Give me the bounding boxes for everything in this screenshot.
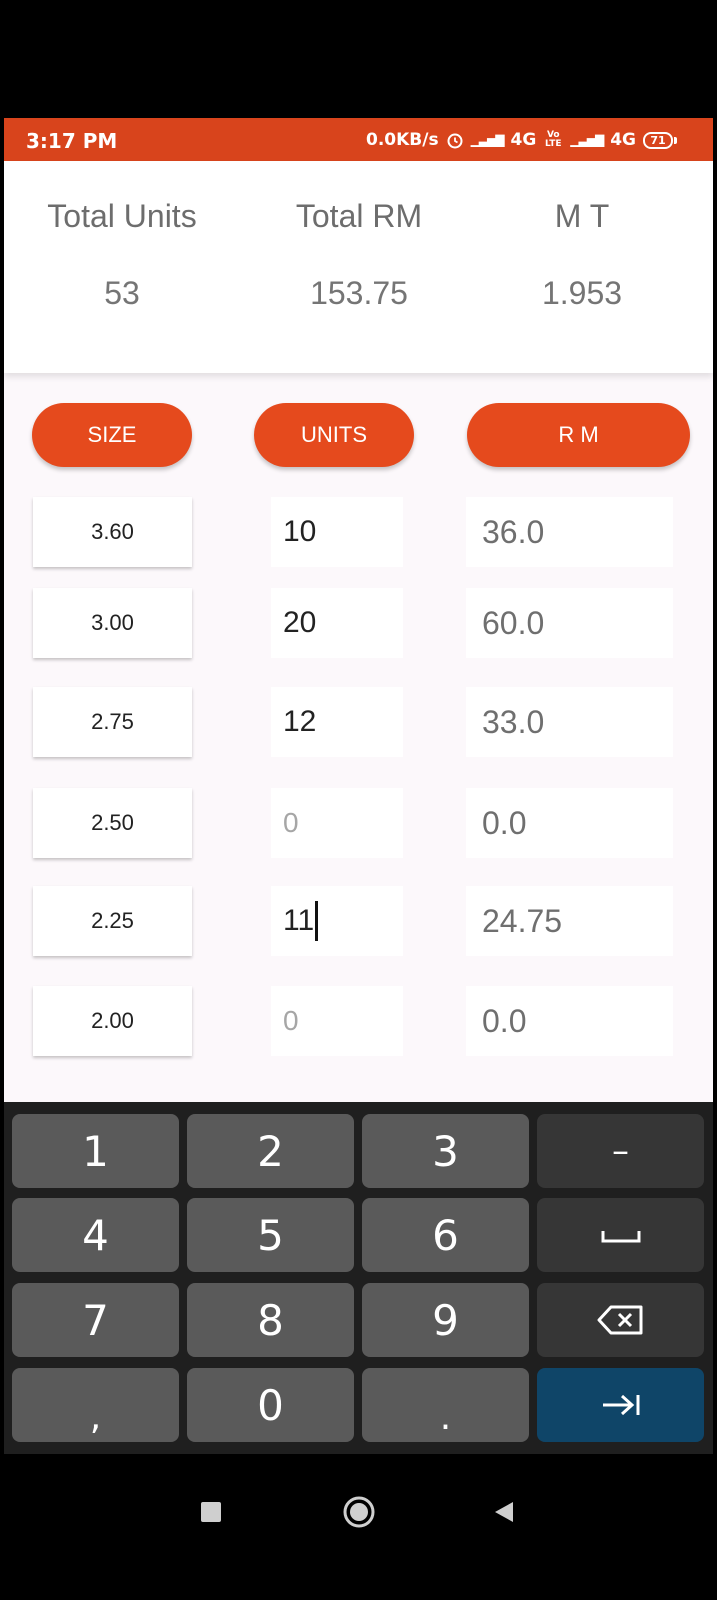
numeric-keyboard: 1 2 3 – 4 5 6 7 8 9 , 0 . [4,1102,713,1454]
total-units-label: Total Units [47,198,197,234]
rm-value: 33.0 [466,687,673,757]
battery-icon: 71 [643,131,673,149]
volte-badge: Vo LTE [545,130,562,149]
status-indicators: 0.0KB/s ▁▃▅▇ 4G Vo LTE ▁▃▅▇ 4G 71 [366,130,677,150]
text-cursor [315,901,319,941]
battery-tip [674,136,677,144]
key-next[interactable] [537,1368,704,1442]
total-units-value: 53 [104,275,140,311]
units-input[interactable]: 0 [271,788,403,858]
key-9[interactable]: 9 [362,1283,529,1357]
key-dot-label: . [439,1396,452,1438]
key-0[interactable]: 0 [187,1368,354,1442]
units-input[interactable]: 10 [271,497,403,567]
rm-value: 0.0 [466,986,673,1056]
total-rm-value: 153.75 [310,275,408,311]
key-2[interactable]: 2 [187,1114,354,1188]
home-icon[interactable] [342,1495,376,1529]
key-5[interactable]: 5 [187,1198,354,1272]
key-7[interactable]: 7 [12,1283,179,1357]
units-input-text: 11 [283,904,315,937]
signal-icon: ▁▃▅▇ [470,133,505,147]
rm-header-button[interactable]: R M [467,403,690,467]
units-input[interactable]: 12 [271,687,403,757]
mt-label: M T [554,198,610,234]
size-cell[interactable]: 3.00 [33,588,192,658]
key-space[interactable] [537,1198,704,1272]
backspace-icon [597,1305,642,1335]
rm-value: 36.0 [466,497,673,567]
status-time: 3:17 PM [26,129,118,153]
size-cell[interactable]: 2.50 [33,788,192,858]
signal-icon-2: ▁▃▅▇ [570,133,604,147]
rm-value: 24.75 [466,886,673,956]
key-backspace[interactable] [537,1283,704,1357]
space-icon [601,1231,640,1243]
next-icon [602,1394,639,1416]
network-speed: 0.0KB/s [365,130,439,150]
rm-value: 0.0 [466,788,673,858]
key-3[interactable]: 3 [362,1114,529,1188]
calculator-table: SIZE UNITS R M 3.60 10 36.0 3.00 20 60.0… [4,373,713,1102]
mt-value: 1.953 [541,275,623,311]
size-cell[interactable]: 2.25 [33,886,192,956]
key-8[interactable]: 8 [187,1283,354,1357]
recents-icon[interactable] [200,1501,222,1523]
units-header-button[interactable]: UNITS [254,403,414,467]
key-comma[interactable]: , [12,1368,179,1442]
back-icon[interactable] [493,1500,515,1524]
total-rm-label: Total RM [295,198,423,234]
navigation-bar [0,1454,717,1600]
alarm-icon [447,133,463,149]
network-type-1: 4G [510,130,537,150]
units-input[interactable]: 20 [271,588,403,658]
size-cell[interactable]: 2.00 [33,986,192,1056]
key-dot[interactable]: . [362,1368,529,1442]
rm-value: 60.0 [466,588,673,658]
key-6[interactable]: 6 [362,1198,529,1272]
size-cell[interactable]: 3.60 [33,497,192,567]
units-input[interactable]: 0 [271,986,403,1056]
key-1[interactable]: 1 [12,1114,179,1188]
summary-card: Total Units Total RM M T 53 153.75 1.953 [4,161,713,373]
key-comma-label: , [89,1396,102,1438]
key-minus[interactable]: – [537,1114,704,1188]
size-cell[interactable]: 2.75 [33,687,192,757]
status-bar: 3:17 PM 0.0KB/s ▁▃▅▇ 4G Vo LTE ▁▃▅▇ 4G 7… [4,118,713,161]
key-4[interactable]: 4 [12,1198,179,1272]
size-header-button[interactable]: SIZE [32,403,192,467]
units-input-focused[interactable]: 11 [271,886,403,956]
network-type-2: 4G [610,130,636,150]
